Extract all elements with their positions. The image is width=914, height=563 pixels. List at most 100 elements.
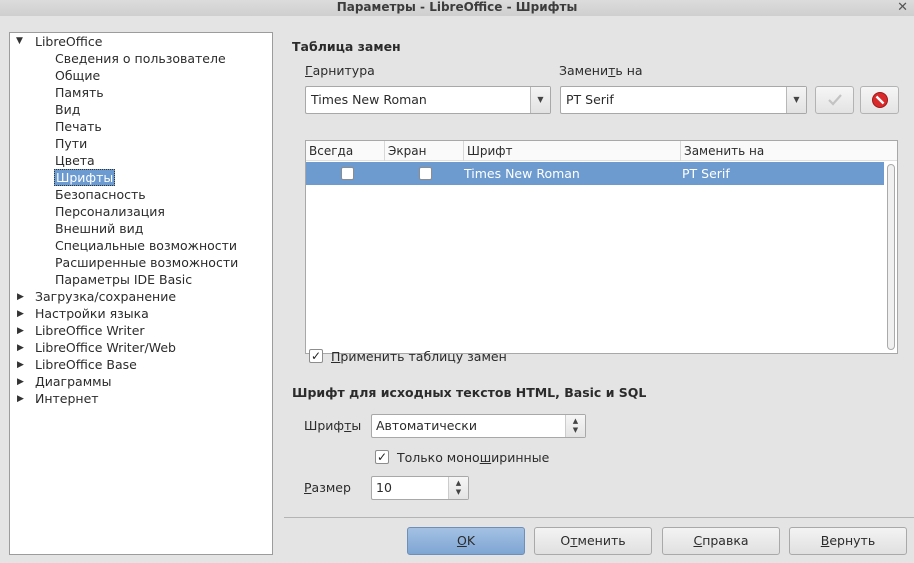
- column-always[interactable]: Всегда: [306, 141, 385, 161]
- size-label-text: азмер: [311, 480, 351, 495]
- expand-arrow-icon[interactable]: ▶: [17, 394, 27, 404]
- replace-with-label: Заменить на: [559, 63, 643, 78]
- reset-button[interactable]: Вернуть: [789, 527, 907, 555]
- apply-table-checkbox[interactable]: ✓: [309, 349, 323, 363]
- cancel-mnemonic: т: [570, 533, 578, 548]
- fonts-label: Шрифты: [304, 418, 361, 433]
- tree-item-view[interactable]: Вид: [55, 101, 80, 118]
- updown-icon[interactable]: ▲ ▼: [448, 477, 468, 499]
- tree-item-charts[interactable]: Диаграммы: [35, 373, 111, 390]
- column-font[interactable]: Шрифт: [464, 141, 681, 161]
- tree-item-print[interactable]: Печать: [55, 118, 102, 135]
- tree-item-user-data[interactable]: Сведения о пользователе: [55, 50, 226, 67]
- tree-item-memory[interactable]: Память: [55, 84, 104, 101]
- apply-label-text: рименить таблицу замен: [340, 349, 507, 364]
- checkmark-icon: [827, 94, 842, 106]
- size-label: Размер: [304, 480, 351, 495]
- monospace-only-checkbox[interactable]: ✓: [375, 450, 389, 464]
- monospace-only-label: Только моноширинные: [397, 450, 549, 465]
- chevron-down-icon[interactable]: ▼: [530, 87, 550, 113]
- mono-label-rest: иринные: [491, 450, 550, 465]
- dialog-body: ▼ LibreOffice Сведения о пользователе Об…: [0, 16, 914, 563]
- apply-table-label: Применить таблицу замен: [331, 349, 507, 364]
- tree-item-writer-web[interactable]: LibreOffice Writer/Web: [35, 339, 176, 356]
- cancel-pre: О: [560, 533, 571, 548]
- cancel-button[interactable]: Отменить: [534, 527, 652, 555]
- scrollbar-thumb[interactable]: [887, 164, 895, 350]
- table-header: Всегда Экран Шрифт Заменить на: [306, 141, 897, 161]
- tree-item-accessibility[interactable]: Специальные возможности: [55, 237, 237, 254]
- tree-item-colors[interactable]: Цвета: [55, 152, 95, 169]
- font-combobox[interactable]: Times New Roman ▼: [305, 86, 551, 114]
- font-combobox-value: Times New Roman: [311, 92, 427, 107]
- separator: [284, 517, 914, 518]
- close-icon[interactable]: ✕: [897, 0, 908, 15]
- tree-item-advanced[interactable]: Расширенные возможности: [55, 254, 238, 271]
- size-spinbox[interactable]: 10 ▲ ▼: [371, 476, 469, 500]
- size-value: 10: [376, 480, 392, 495]
- table-row[interactable]: Times New Roman PT Serif: [306, 162, 884, 185]
- help-text: правка: [702, 533, 749, 548]
- updown-icon[interactable]: ▲ ▼: [565, 415, 585, 437]
- font-label-mnemonic: Г: [305, 63, 313, 78]
- expand-arrow-icon[interactable]: ▶: [17, 377, 27, 387]
- tree-item-internet[interactable]: Интернет: [35, 390, 99, 407]
- tree-item-load-save[interactable]: Загрузка/сохранение: [35, 288, 176, 305]
- replacement-table[interactable]: Всегда Экран Шрифт Заменить на Times New…: [305, 140, 898, 354]
- tree-item-general[interactable]: Общие: [55, 67, 100, 84]
- options-tree[interactable]: ▼ LibreOffice Сведения о пользователе Об…: [9, 32, 273, 555]
- help-mnemonic: С: [693, 533, 703, 548]
- row-replace: PT Serif: [682, 166, 730, 181]
- ok-button[interactable]: ОK: [407, 527, 525, 555]
- expand-arrow-icon[interactable]: ▶: [17, 360, 27, 370]
- chevron-down-icon[interactable]: ▼: [786, 87, 806, 113]
- tree-item-paths[interactable]: Пути: [55, 135, 87, 152]
- reset-text: ернуть: [829, 533, 876, 548]
- replacement-heading: Таблица замен: [292, 39, 401, 54]
- font-label-text: арнитура: [312, 63, 375, 78]
- delete-icon: [871, 92, 888, 108]
- fonts-select[interactable]: Автоматически ▲ ▼: [371, 414, 586, 438]
- apply-checkmark-button[interactable]: [815, 86, 854, 114]
- tree-item-personalization[interactable]: Персонализация: [55, 203, 165, 220]
- row-font: Times New Roman: [464, 166, 580, 181]
- replace-label-rest: ь на: [615, 63, 643, 78]
- tree-item-security[interactable]: Безопасность: [55, 186, 146, 203]
- screen-checkbox[interactable]: [419, 167, 432, 180]
- cancel-text: менить: [577, 533, 626, 548]
- tree-item-fonts[interactable]: Шрифты: [54, 169, 116, 186]
- source-fonts-heading: Шрифт для исходных текстов HTML, Basic и…: [292, 385, 647, 400]
- column-replace-with[interactable]: Заменить на: [681, 141, 897, 161]
- tree-item-base[interactable]: LibreOffice Base: [35, 356, 137, 373]
- window-title: Параметры - LibreOffice - Шрифты: [336, 0, 578, 14]
- tree-item-libreoffice[interactable]: LibreOffice: [35, 33, 102, 50]
- tree-item-fonts-label: Шрифты: [54, 169, 116, 186]
- delete-button[interactable]: [860, 86, 899, 114]
- replace-label-pre: Замени: [559, 63, 609, 78]
- always-checkbox[interactable]: [341, 167, 354, 180]
- tree-item-basic-ide[interactable]: Параметры IDE Basic: [55, 271, 192, 288]
- fonts-select-value: Автоматически: [376, 418, 477, 433]
- tree-item-language[interactable]: Настройки языка: [35, 305, 149, 322]
- expand-arrow-icon[interactable]: ▶: [17, 292, 27, 302]
- apply-label-mnemonic: П: [331, 349, 341, 364]
- expand-arrow-icon[interactable]: ▶: [17, 326, 27, 336]
- mono-label-mnemonic: ш: [479, 450, 492, 465]
- help-button[interactable]: Справка: [662, 527, 780, 555]
- replace-with-combobox[interactable]: PT Serif ▼: [560, 86, 807, 114]
- ok-mnemonic: О: [456, 533, 467, 548]
- window-titlebar: Параметры - LibreOffice - Шрифты ✕: [0, 0, 914, 16]
- fonts-label-pre: Шриф: [304, 418, 345, 433]
- tree-item-writer[interactable]: LibreOffice Writer: [35, 322, 145, 339]
- column-screen[interactable]: Экран: [385, 141, 464, 161]
- fonts-label-rest: ы: [351, 418, 362, 433]
- font-label: Гарнитура: [305, 63, 375, 78]
- replace-combobox-value: PT Serif: [566, 92, 614, 107]
- tree-item-appearance[interactable]: Внешний вид: [55, 220, 143, 237]
- ok-text: K: [466, 533, 476, 548]
- expand-arrow-icon[interactable]: ▶: [17, 343, 27, 353]
- collapse-arrow-icon[interactable]: ▼: [16, 36, 26, 46]
- mono-label-pre: Только моно: [397, 450, 480, 465]
- table-scrollbar[interactable]: [886, 162, 896, 353]
- expand-arrow-icon[interactable]: ▶: [17, 309, 27, 319]
